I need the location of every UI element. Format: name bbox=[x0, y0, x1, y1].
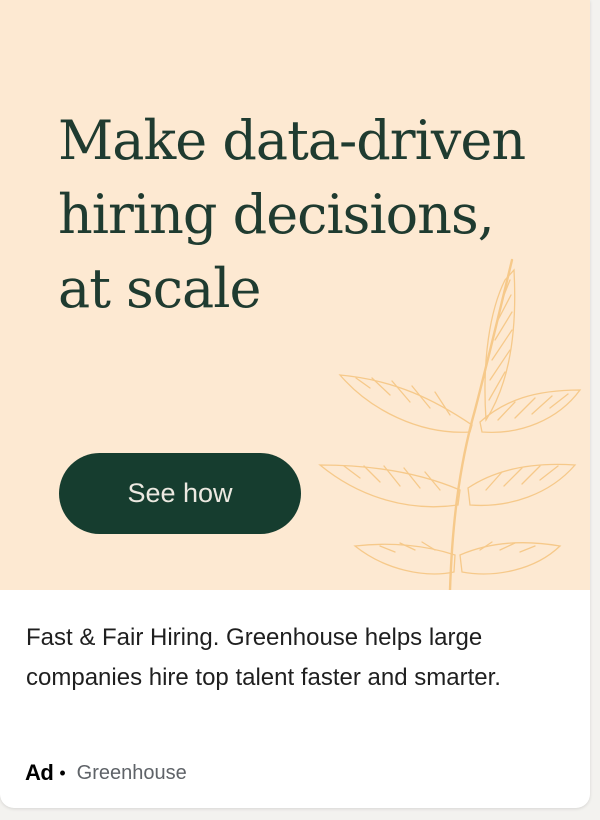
ad-meta: Ad • Greenhouse bbox=[25, 758, 187, 788]
advertiser-name[interactable]: Greenhouse bbox=[77, 762, 187, 785]
headline-line-3: at scale bbox=[58, 257, 261, 320]
ad-description[interactable]: Fast & Fair Hiring. Greenhouse helps lar… bbox=[26, 618, 566, 698]
headline-line-2: hiring decisions, bbox=[58, 183, 495, 246]
see-how-button[interactable]: See how bbox=[59, 453, 301, 534]
headline-line-1: Make data-driven bbox=[58, 109, 526, 172]
leaf-branch-icon bbox=[318, 258, 582, 590]
ad-banner[interactable]: Make data-driven hiring decisions, at scal… bbox=[0, 0, 590, 590]
ad-card[interactable]: Make data-driven hiring decisions, at scal… bbox=[0, 0, 590, 808]
ad-label: Ad bbox=[25, 760, 54, 785]
separator-dot: • bbox=[59, 762, 66, 783]
